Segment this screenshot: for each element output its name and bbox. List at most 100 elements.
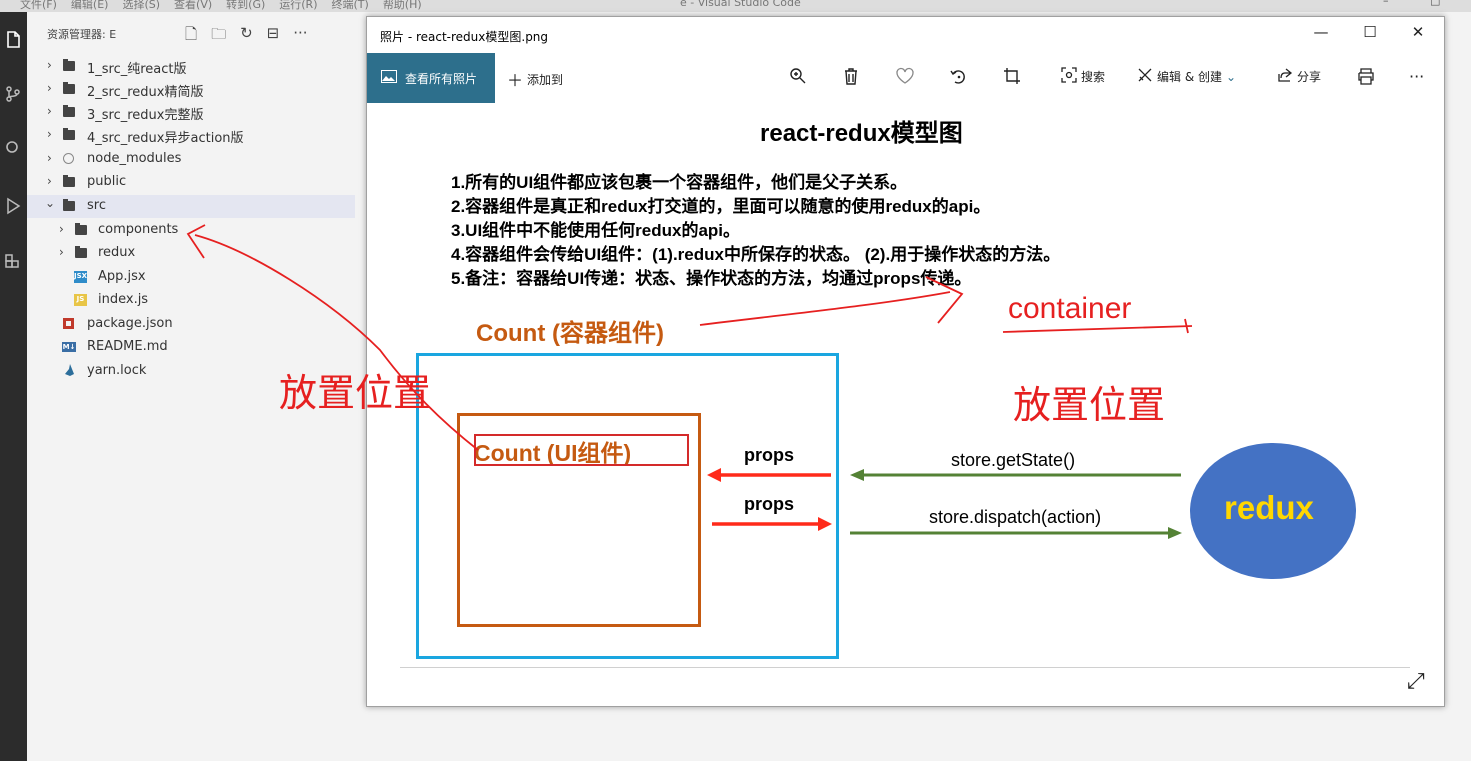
tree-item-label: package.json [87,316,173,331]
explorer-files-icon[interactable] [2,30,24,52]
image-divider [400,667,1410,668]
new-folder-icon[interactable]: 🗀 [211,24,226,49]
tree-item-package-json[interactable]: package.json [27,313,355,336]
menu-selection[interactable]: 选择(S) [122,0,160,12]
vscode-maximize-icon[interactable]: □ [1430,0,1440,7]
folder-icon [75,223,87,235]
search-button[interactable]: 搜索 [1061,67,1105,87]
close-button[interactable]: ✕ [1408,23,1428,41]
extensions-icon[interactable] [2,252,24,274]
jsx-file-icon: JSX [74,271,87,283]
photos-toolbar: 查看所有照片 ＋添加到 搜索 编辑 & 创建 ⌄ 分享 ··· [367,53,1444,103]
rotate-icon[interactable] [949,67,967,89]
chevron-right-icon: › [59,245,64,259]
plus-icon: ＋ [507,71,524,90]
expand-fullscreen-icon[interactable]: ⤢ [1407,669,1425,694]
getstate-arrow [850,469,1181,481]
menu-run[interactable]: 运行(R) [279,0,317,12]
annotation-placement-left: 放置位置 [279,371,432,415]
tree-item-node-modules[interactable]: › node_modules [27,148,355,171]
menu-help[interactable]: 帮助(H) [383,0,422,12]
source-control-icon[interactable] [2,84,24,106]
annotation-placement-right: 放置位置 [1013,383,1166,427]
menu-terminal[interactable]: 终端(T) [332,0,369,12]
menu-view[interactable]: 查看(V) [174,0,212,12]
tree-item-src[interactable]: ⌄ src [27,195,355,218]
folder-icon [63,105,75,117]
menu-file[interactable]: 文件(F) [20,0,57,12]
diagram-arrows [474,434,1182,539]
view-all-photos-button[interactable]: 查看所有照片 [367,53,495,103]
props-arrow-right [712,517,832,531]
more-actions-icon[interactable]: ··· [293,24,307,49]
node-folder-icon [63,153,74,164]
print-icon[interactable] [1357,67,1375,89]
chevron-right-icon: › [59,222,64,236]
folder-icon [75,246,87,258]
chevron-right-icon: › [47,81,52,95]
props-arrow-left [707,468,831,482]
more-options-icon[interactable]: ··· [1409,67,1424,86]
chevron-right-icon: › [47,58,52,72]
maximize-button[interactable]: ☐ [1360,23,1380,41]
menu-edit[interactable]: 编辑(E) [71,0,109,12]
add-to-button[interactable]: ＋添加到 [507,67,563,91]
edit-create-button[interactable]: 编辑 & 创建 ⌄ [1137,67,1236,87]
search-icon[interactable] [2,138,24,160]
tree-item-label: 2_src_redux精简版 [87,85,204,100]
tree-item-label: yarn.lock [87,363,147,378]
edit-create-label: 编辑 & 创建 [1157,70,1222,84]
add-to-label: 添加到 [527,73,564,87]
tree-item-components[interactable]: › components [27,219,355,242]
tree-item-public[interactable]: › public [27,171,355,194]
chevron-right-icon: › [47,104,52,118]
tree-item-label: 3_src_redux完整版 [87,108,204,123]
photos-window: 照片 - react-redux模型图.png — ☐ ✕ 查看所有照片 ＋添加… [366,16,1445,707]
vscode-window-title: e - Visual Studio Code [680,0,801,9]
tree-item-label: 4_src_redux异步action版 [87,131,244,146]
chevron-right-icon: › [47,127,52,141]
tree-item-redux[interactable]: › redux [27,242,355,265]
menu-bar: 文件(F) 编辑(E) 选择(S) 查看(V) 转到(G) 运行(R) 终端(T… [20,0,422,12]
folder-icon [63,175,75,187]
chevron-down-icon: ⌄ [1226,70,1237,84]
annotation-container: container [1008,292,1132,325]
tree-item-index-js[interactable]: JS index.js [27,289,355,312]
favorite-heart-icon[interactable] [895,67,915,89]
search-label: 搜索 [1081,70,1106,84]
zoom-icon[interactable] [789,67,807,89]
count-ui-highlight-box [474,434,689,466]
tree-item-1-src[interactable]: › 1_src_纯react版 [27,55,355,78]
folder-icon [63,59,75,71]
tree-item-label: redux [98,245,136,260]
tree-item-label: 1_src_纯react版 [87,62,187,77]
tree-item-label: public [87,174,127,189]
tree-item-app-jsx[interactable]: JSX App.jsx [27,266,355,289]
run-debug-icon[interactable] [2,196,24,218]
delete-icon[interactable] [843,67,859,89]
tree-item-2-src[interactable]: › 2_src_redux精简版 [27,78,355,101]
tree-item-label: node_modules [87,151,182,166]
chevron-down-icon: ⌄ [45,196,56,210]
tree-item-label: README.md [87,339,168,354]
tree-item-4-src[interactable]: › 4_src_redux异步action版 [27,124,355,147]
dispatch-arrow [850,527,1182,539]
share-label: 分享 [1297,70,1322,84]
chevron-right-icon: › [47,174,52,188]
folder-icon [63,82,75,94]
collapse-all-icon[interactable]: ⊟ [267,24,280,49]
folder-icon [63,128,75,140]
tree-item-3-src[interactable]: › 3_src_redux完整版 [27,101,355,124]
activity-bar [0,12,27,761]
menu-go[interactable]: 转到(G) [226,0,265,12]
view-all-label: 查看所有照片 [405,72,478,86]
js-file-icon: JS [74,294,87,306]
vscode-minimize-icon[interactable]: – [1383,0,1389,7]
refresh-icon[interactable]: ↻ [240,24,253,49]
chevron-right-icon: › [47,151,52,165]
crop-icon[interactable] [1003,67,1021,89]
new-file-icon[interactable]: 🗋 [185,24,197,49]
share-button[interactable]: 分享 [1277,67,1321,87]
tree-item-readme[interactable]: M↓ README.md [27,336,355,359]
minimize-button[interactable]: — [1311,23,1331,41]
